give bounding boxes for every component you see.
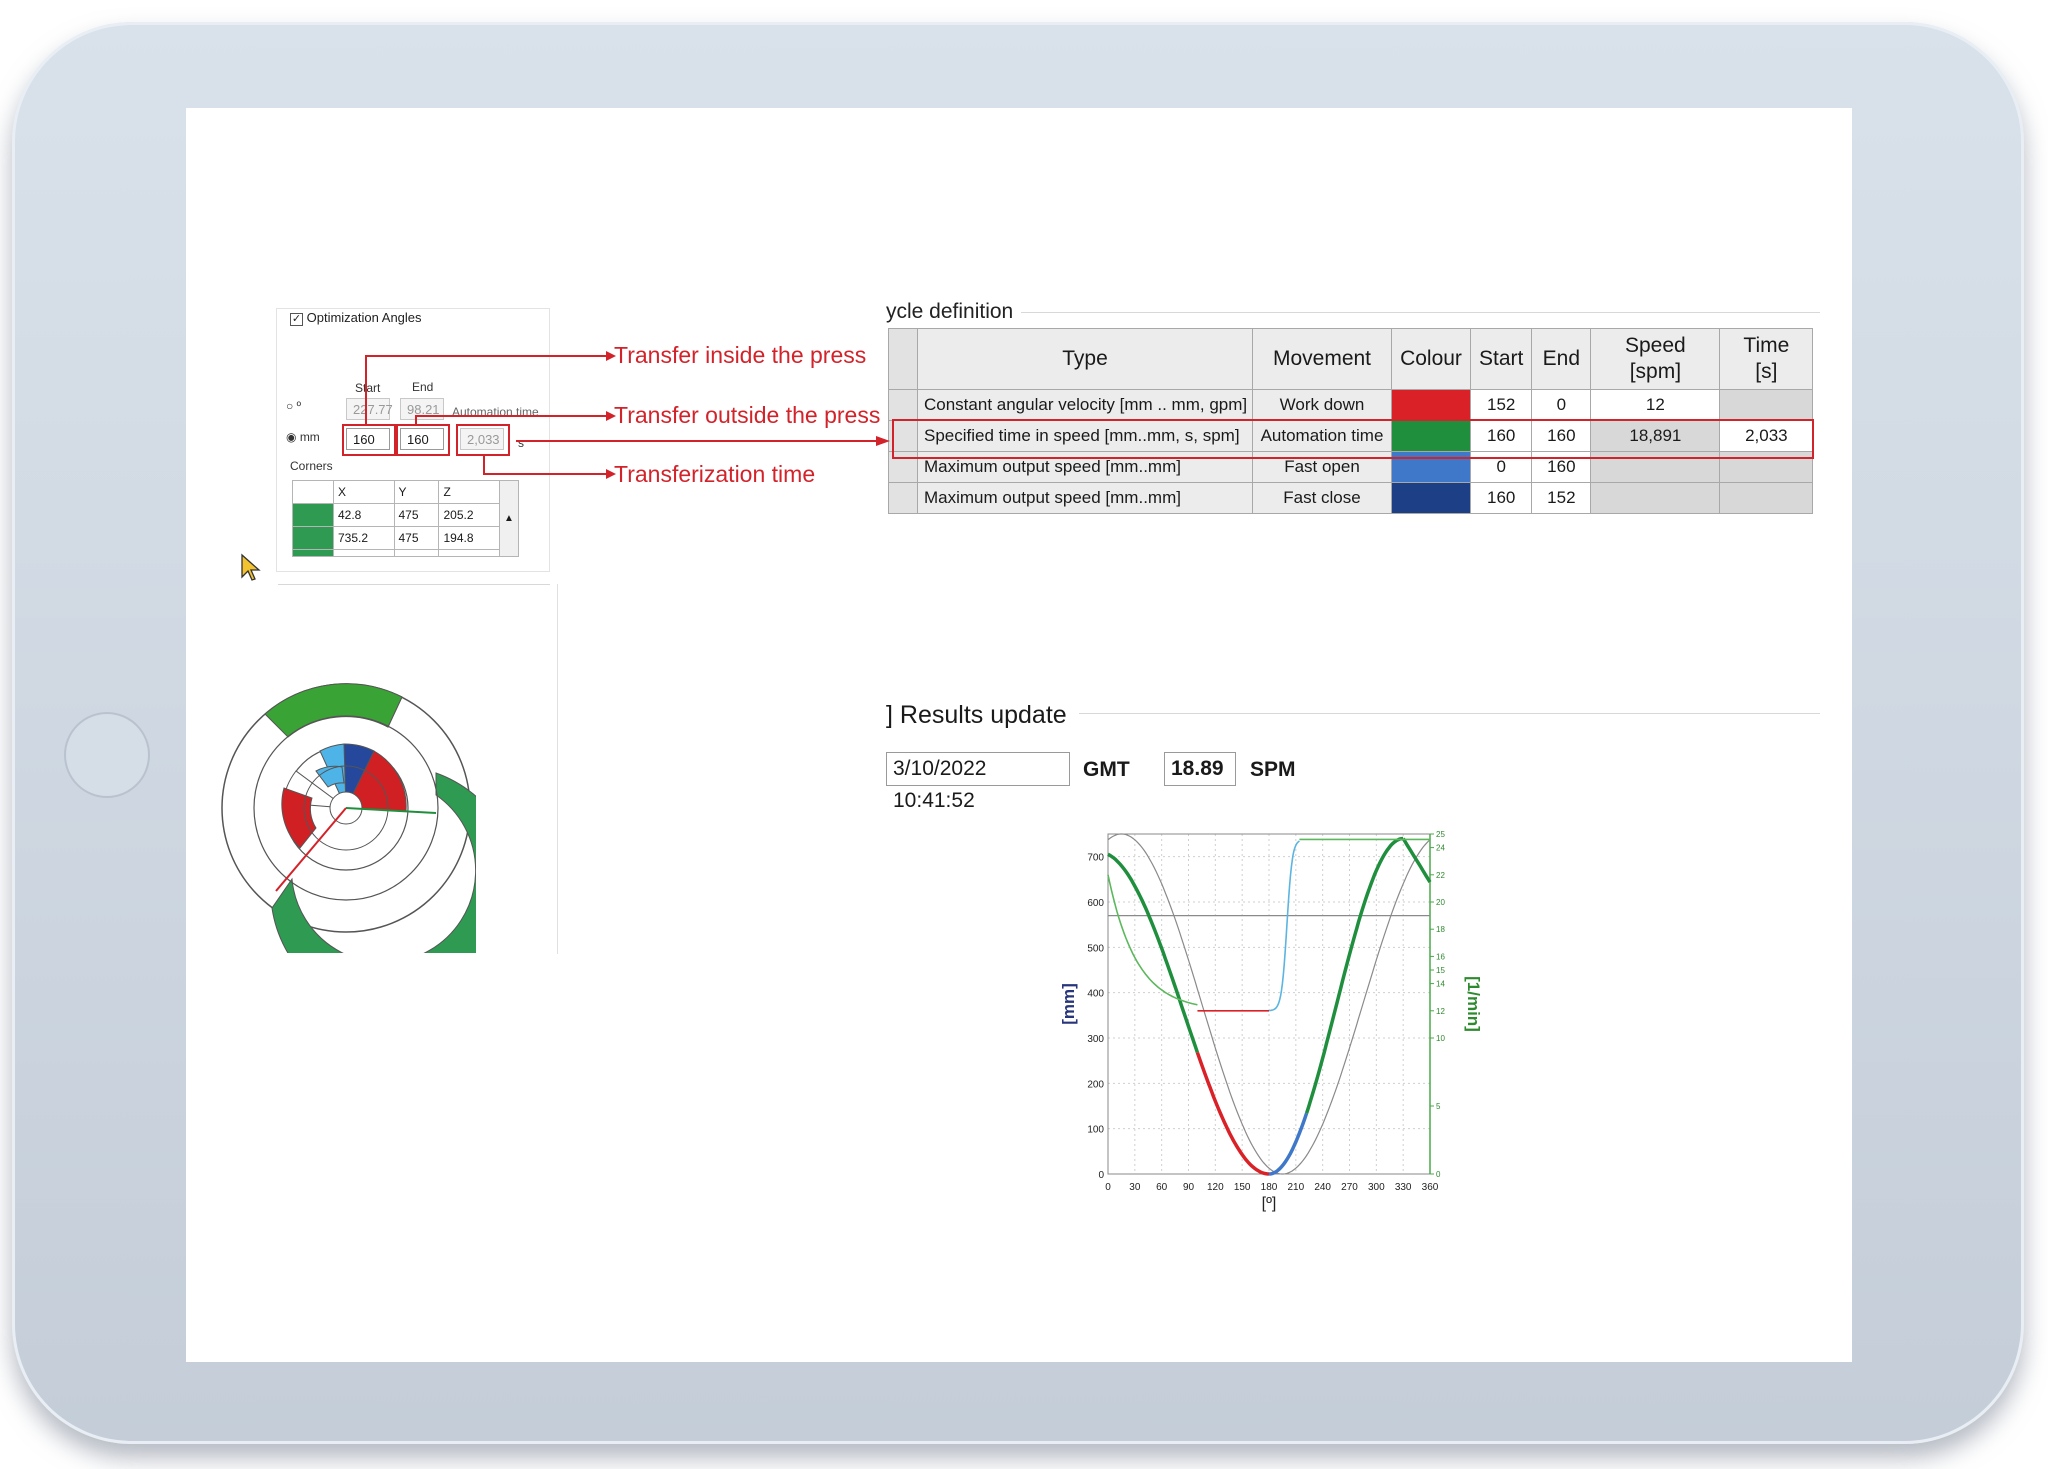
speed-blue-rise [1268, 840, 1300, 1012]
y-left-tick-label: 700 [1087, 853, 1104, 864]
col-movement[interactable]: Movement [1252, 328, 1392, 390]
cell-type[interactable]: Maximum output speed [mm..mm] [917, 482, 1253, 514]
annotation-inside: Transfer inside the press [614, 342, 867, 368]
spm-value-field[interactable]: 18.89 [1164, 752, 1236, 786]
timestamp-field[interactable]: 3/10/2022 10:41:52 [886, 752, 1070, 812]
row-stub [888, 389, 918, 421]
cycle-definition-title: ycle definition [886, 300, 1022, 324]
row-header-stub [888, 328, 918, 390]
x-tick-label: 180 [1261, 1182, 1278, 1193]
y-right-tick-label: 16 [1436, 952, 1445, 961]
slide-automation-close-segment [1304, 836, 1404, 1114]
speed-header: Speed [1624, 334, 1686, 357]
slide-automation-segment [1107, 852, 1200, 1054]
y-right-axis-label: [1/min] [1464, 976, 1483, 1032]
cell-speed[interactable]: 12 [1590, 389, 1721, 421]
collapse-bracket-icon[interactable]: ] [886, 701, 893, 729]
x-tick-label: 90 [1183, 1182, 1195, 1193]
y-right-tick-label: 24 [1436, 844, 1445, 853]
cell-speed[interactable] [1590, 482, 1721, 514]
y-right-tick-label: 25 [1436, 830, 1445, 839]
speed-unit: [spm] [1629, 360, 1682, 383]
highlight-automation-row [892, 419, 1814, 459]
x-tick-label: 150 [1234, 1182, 1251, 1193]
y-right-tick-label: 22 [1436, 871, 1445, 880]
col-colour[interactable]: Colour [1391, 328, 1471, 390]
y-right-tick-label: 10 [1436, 1034, 1445, 1043]
table-row[interactable]: Constant angular velocity [mm .. mm, gpm… [888, 389, 1814, 421]
row-stub [888, 482, 918, 514]
x-tick-label: 240 [1314, 1182, 1331, 1193]
y-right-tick-label: 5 [1436, 1102, 1441, 1111]
spm-label: SPM [1250, 758, 1296, 781]
y-left-tick-label: 200 [1087, 1079, 1104, 1090]
x-tick-label: 0 [1105, 1182, 1111, 1193]
cycle-wheel-diagram [221, 683, 476, 953]
col-speed[interactable]: Speed [spm] [1590, 328, 1721, 390]
cell-time[interactable] [1719, 482, 1814, 514]
y-right-tick-label: 15 [1436, 966, 1445, 975]
y-left-axis-label: [mm] [1059, 983, 1078, 1025]
y-right-tick-label: 12 [1436, 1007, 1445, 1016]
annotation-outside: Transfer outside the press [614, 402, 881, 428]
cycle-section-line [886, 312, 1820, 313]
results-title-text: Results update [899, 701, 1067, 729]
timezone-label: GMT [1083, 758, 1130, 781]
col-end[interactable]: End [1531, 328, 1592, 390]
speed-green-curve [1107, 874, 1198, 1006]
cell-time[interactable] [1719, 389, 1814, 421]
arrow-to-row-icon [876, 436, 890, 446]
y-left-tick-label: 0 [1098, 1170, 1104, 1181]
panel-vertical-divider [557, 584, 558, 954]
x-tick-label: 30 [1129, 1182, 1141, 1193]
col-type[interactable]: Type [917, 328, 1253, 390]
x-tick-label: 300 [1368, 1182, 1385, 1193]
y-right-tick-label: 0 [1436, 1170, 1441, 1179]
y-left-tick-label: 500 [1087, 943, 1104, 954]
cell-movement[interactable]: Fast close [1252, 482, 1392, 514]
col-start[interactable]: Start [1469, 328, 1533, 390]
y-right-tick-label: 14 [1436, 980, 1445, 989]
x-tick-label: 360 [1422, 1182, 1439, 1193]
y-left-tick-label: 100 [1087, 1125, 1104, 1136]
cell-start[interactable]: 152 [1469, 389, 1533, 421]
cell-type[interactable]: Constant angular velocity [mm .. mm, gpm… [917, 389, 1253, 421]
x-tick-label: 60 [1156, 1182, 1168, 1193]
cell-end[interactable]: 0 [1531, 389, 1592, 421]
annotation-time: Transferization time [614, 461, 816, 487]
x-tick-label: 120 [1207, 1182, 1224, 1193]
cell-end[interactable]: 152 [1531, 482, 1592, 514]
table-row[interactable]: Maximum output speed [mm..mm] Fast close… [888, 482, 1814, 514]
motion-chart: 0 30 60 90 120 150 180 210 240 270 300 330 360010020… [1059, 830, 1483, 1212]
cell-colour[interactable] [1391, 482, 1471, 514]
x-axis-label: [º] [1262, 1195, 1277, 1212]
col-time[interactable]: Time [s] [1719, 328, 1814, 390]
y-left-tick-label: 400 [1087, 989, 1104, 1000]
time-unit: [s] [1755, 360, 1778, 383]
home-button[interactable] [64, 712, 150, 798]
y-left-tick-label: 300 [1087, 1034, 1104, 1045]
screen: ✓ Optimization Angles Start End Automati… [186, 108, 1852, 1362]
x-tick-label: 330 [1395, 1182, 1412, 1193]
slide-fast-open-segment [1268, 1112, 1309, 1176]
results-title: ] Results update [886, 701, 1079, 730]
cell-start[interactable]: 160 [1469, 482, 1533, 514]
x-tick-label: 210 [1287, 1182, 1304, 1193]
x-tick-label: 270 [1341, 1182, 1358, 1193]
time-header: Time [1743, 334, 1790, 357]
y-left-tick-label: 600 [1087, 898, 1104, 909]
y-right-tick-label: 18 [1436, 925, 1445, 934]
cell-colour[interactable] [1391, 389, 1471, 421]
y-right-tick-label: 20 [1436, 898, 1445, 907]
cell-movement[interactable]: Work down [1252, 389, 1392, 421]
